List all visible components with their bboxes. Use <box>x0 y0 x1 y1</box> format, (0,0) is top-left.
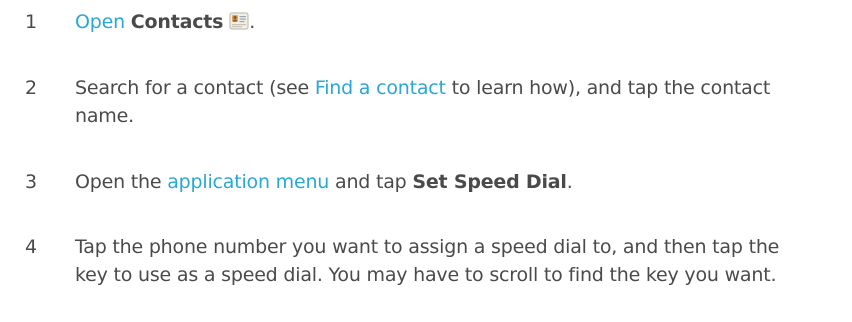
open-link[interactable]: Open <box>75 11 125 33</box>
step-3-before: Open the <box>75 171 168 193</box>
step-3-middle: and tap <box>329 171 413 193</box>
step-3-trailing: . <box>566 171 573 193</box>
step-number: 3 <box>25 171 38 193</box>
set-speed-dial-label: Set Speed Dial <box>412 171 567 193</box>
step-text: Search for a contact (see Find a contact… <box>75 74 815 130</box>
contacts-app-icon <box>229 11 249 31</box>
contacts-label: Contacts <box>130 11 224 33</box>
step-number: 4 <box>25 236 38 258</box>
step-number: 2 <box>25 77 38 99</box>
application-menu-link[interactable]: application menu <box>167 171 329 193</box>
step-text: Open the application menu and tap Set Sp… <box>75 168 815 196</box>
step-text: Open Contacts . <box>75 8 815 36</box>
step-text: Tap the phone number you want to assign … <box>75 236 780 286</box>
find-a-contact-link[interactable]: Find a contact <box>315 77 446 99</box>
step-1-trailing: . <box>249 11 256 33</box>
step-2-before: Search for a contact (see <box>75 77 315 99</box>
step-number: 1 <box>25 11 38 33</box>
